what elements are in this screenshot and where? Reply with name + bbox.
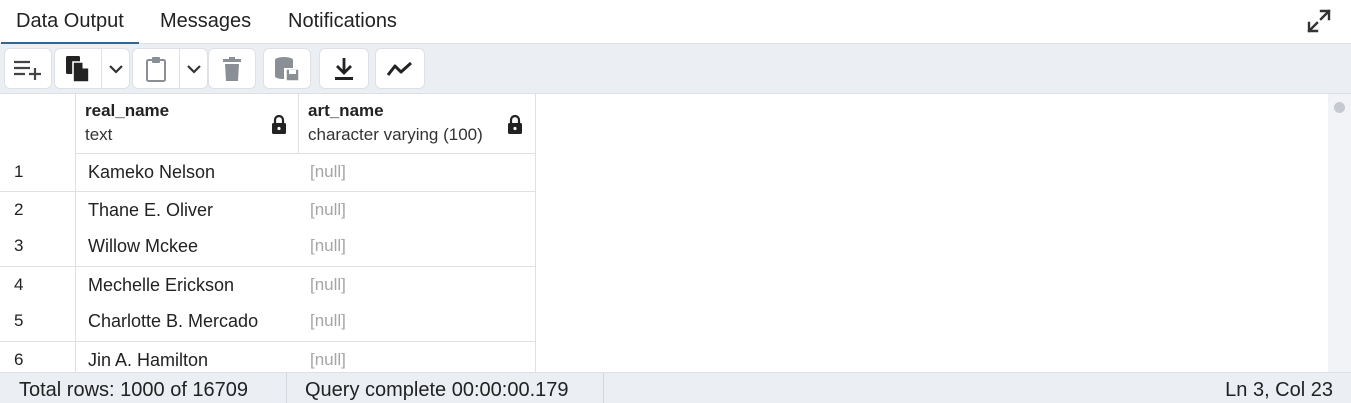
paste-options-dropdown[interactable] — [179, 48, 208, 89]
row-number[interactable]: 1 — [0, 154, 76, 192]
paste-button[interactable] — [132, 48, 180, 89]
cell-art-name[interactable]: [null] — [310, 342, 346, 372]
row-number[interactable]: 2 — [0, 192, 76, 229]
select-all-cell[interactable] — [0, 94, 76, 154]
cell-real-name[interactable]: Charlotte B. Mercado — [88, 303, 258, 339]
table-row[interactable]: 1 Kameko Nelson [null] — [0, 154, 536, 192]
lock-icon — [507, 114, 523, 135]
row-number[interactable]: 3 — [0, 228, 76, 266]
row-number[interactable]: 4 — [0, 267, 76, 304]
column-type: character varying (100) — [308, 125, 483, 144]
delete-row-button[interactable] — [208, 48, 256, 89]
cell-real-name[interactable]: Jin A. Hamilton — [88, 342, 208, 372]
save-data-icon — [274, 56, 300, 82]
copy-icon — [65, 55, 91, 83]
tab-notifications[interactable]: Notifications — [288, 0, 397, 44]
cell-art-name[interactable]: [null] — [310, 192, 346, 228]
delete-icon — [222, 56, 242, 81]
column-type: text — [85, 125, 113, 144]
column-name: art_name — [308, 101, 384, 120]
row-number[interactable]: 6 — [0, 342, 76, 372]
vertical-scrollbar[interactable] — [1328, 94, 1351, 372]
data-grid: real_name text art_name character varyin… — [0, 94, 536, 372]
tab-data-output[interactable]: Data Output — [1, 0, 139, 45]
tab-messages[interactable]: Messages — [160, 0, 251, 44]
copy-button[interactable] — [54, 48, 102, 89]
cell-art-name[interactable]: [null] — [310, 228, 346, 264]
download-icon — [333, 57, 355, 81]
cell-real-name[interactable]: Willow Mckee — [88, 228, 198, 264]
chevron-down-icon — [186, 64, 201, 74]
cell-art-name[interactable]: [null] — [310, 303, 346, 339]
cell-real-name[interactable]: Kameko Nelson — [88, 154, 215, 190]
results-tab-bar: Data Output Messages Notifications — [0, 0, 1351, 45]
expand-icon[interactable] — [1307, 9, 1331, 33]
copy-options-dropdown[interactable] — [101, 48, 130, 89]
query-status: Query complete 00:00:00.179 — [305, 379, 569, 401]
add-row-button[interactable] — [4, 48, 52, 89]
add-row-icon — [13, 58, 43, 80]
scrollbar-thumb[interactable] — [1334, 102, 1345, 113]
grid-header: real_name text art_name character varyin… — [0, 94, 536, 154]
cell-art-name[interactable]: [null] — [310, 154, 346, 190]
graph-visualiser-button[interactable] — [375, 48, 425, 89]
total-rows-status: Total rows: 1000 of 16709 — [19, 379, 249, 401]
column-name: real_name — [85, 101, 170, 120]
table-row[interactable]: 3 Willow Mckee [null] — [0, 228, 536, 266]
column-header-real-name[interactable]: real_name text — [76, 94, 299, 154]
table-row[interactable]: 4 Mechelle Erickson [null] — [0, 266, 536, 304]
table-row[interactable]: 6 Jin A. Hamilton [null] — [0, 341, 536, 372]
status-divider — [286, 373, 287, 403]
cell-real-name[interactable]: Mechelle Erickson — [88, 267, 234, 303]
table-row[interactable]: 5 Charlotte B. Mercado [null] — [0, 303, 536, 341]
status-bar: Total rows: 1000 of 16709 Query complete… — [0, 372, 1351, 403]
paste-icon — [145, 56, 167, 82]
data-toolbar — [0, 44, 1351, 94]
graph-icon — [386, 60, 414, 78]
save-data-button[interactable] — [263, 48, 311, 89]
lock-icon — [271, 114, 287, 135]
status-divider — [603, 373, 604, 403]
cursor-position: Ln 3, Col 23 — [1225, 379, 1333, 401]
download-button[interactable] — [319, 48, 369, 89]
column-header-art-name[interactable]: art_name character varying (100) — [299, 94, 536, 154]
cell-art-name[interactable]: [null] — [310, 267, 346, 303]
chevron-down-icon — [108, 64, 123, 74]
grid-right-border — [535, 94, 536, 372]
cell-real-name[interactable]: Thane E. Oliver — [88, 192, 213, 228]
table-row[interactable]: 2 Thane E. Oliver [null] — [0, 191, 536, 229]
row-number[interactable]: 5 — [0, 303, 76, 341]
